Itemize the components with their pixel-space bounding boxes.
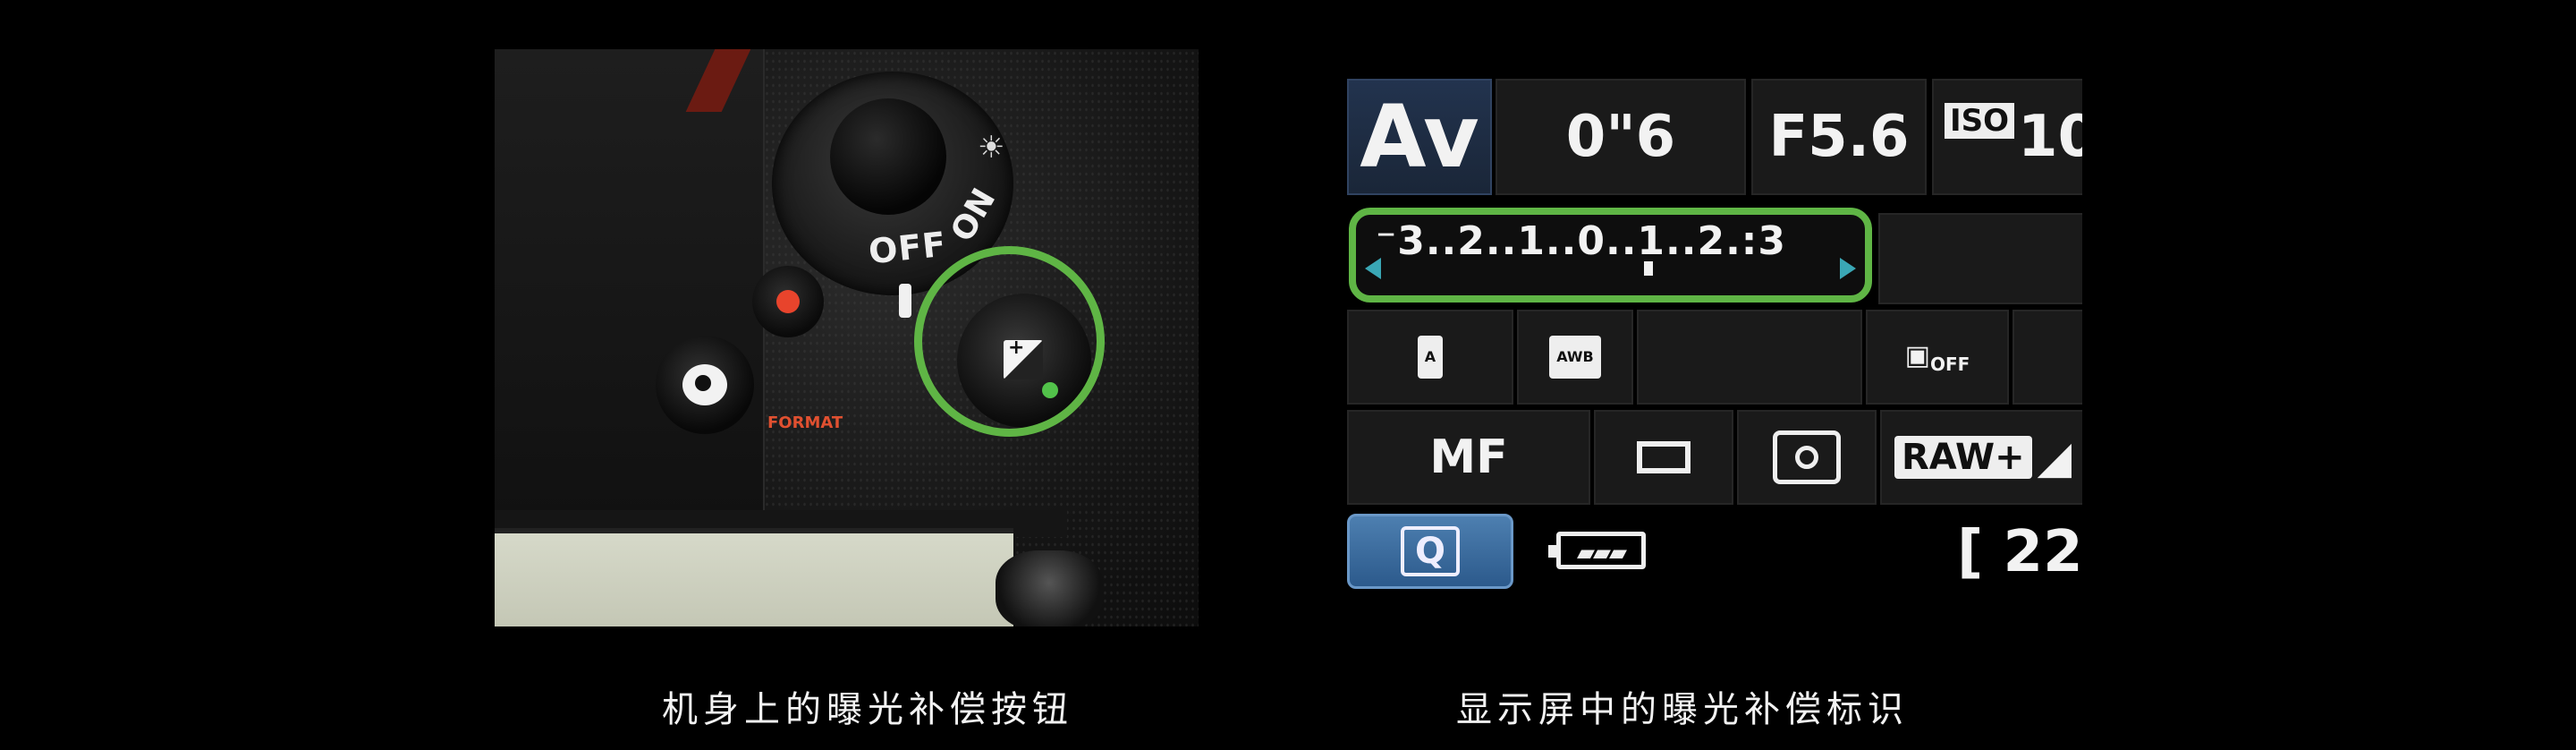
live-view-icon xyxy=(682,364,727,405)
right-caption: 显示屏中的曝光补偿标识 xyxy=(1456,689,1909,730)
shutter-speed: 0"6 xyxy=(1496,79,1746,195)
record-icon xyxy=(776,290,800,313)
left-caption: 机身上的曝光补偿按钮 xyxy=(662,689,1073,730)
iso-label: ISO xyxy=(1945,103,2015,139)
format-label: FORMAT xyxy=(767,413,843,432)
focus-mode: MF xyxy=(1347,410,1590,505)
iso-value: 100 xyxy=(2018,104,2082,170)
auto-lighting-optimizer: ▣OFF xyxy=(1866,310,2009,405)
green-indicator-dot xyxy=(1042,382,1058,398)
camera-body-photo: ☀ OFF ON FORMAT xyxy=(495,49,1199,626)
exposure-scale-text: ⁻3..2..1..0..1..2.:3 xyxy=(1376,218,1786,264)
live-view-button xyxy=(656,336,754,434)
empty-cell xyxy=(1637,310,1862,405)
battery-icon: ▰▰▰ xyxy=(1548,532,1646,569)
exposure-level-indicator: ⁻3..2..1..0..1..2.:3 xyxy=(1349,208,1872,303)
auto-lighting-off-icon: ▣OFF xyxy=(1904,339,1970,375)
picture-style: A xyxy=(1347,310,1513,405)
picture-style-icon: A xyxy=(1417,336,1444,379)
illumination-icon: ☀ xyxy=(978,130,1005,166)
exposure-pointer xyxy=(1644,261,1653,276)
white-balance: AWB xyxy=(1517,310,1633,405)
camera-shoulder xyxy=(495,49,765,515)
strap-lug xyxy=(996,550,1103,626)
shutter-speed-value: 0"6 xyxy=(1565,104,1676,170)
quick-control-label: Q xyxy=(1400,526,1460,576)
record-button xyxy=(752,266,824,337)
scale-right-arrow-icon xyxy=(1840,258,1856,279)
shots-remaining: [ 228 xyxy=(1957,519,2082,585)
image-quality: RAW+ ◢ xyxy=(1880,410,2082,505)
iso: ISO 100 xyxy=(1932,79,2082,195)
aperture-value: F5.6 xyxy=(1768,104,1910,170)
battery-level: ▰▰▰ xyxy=(1577,540,1627,567)
empty-cell xyxy=(2012,310,2082,405)
empty-cell xyxy=(1878,213,2082,304)
shooting-mode: Av xyxy=(1347,79,1492,195)
dial-index-mark xyxy=(899,284,911,318)
shutter-knob xyxy=(830,98,946,215)
metering-mode xyxy=(1737,410,1877,505)
metering-icon xyxy=(1773,430,1841,484)
jpeg-size-icon: ◢ xyxy=(2037,431,2072,483)
drive-single-icon xyxy=(1637,441,1690,473)
drive-mode xyxy=(1594,410,1733,505)
camera-screen: Av 0"6 F5.6 ISO 100 ⁻3..2..1..0..1..2.:3… xyxy=(1331,48,2082,626)
dial-off-label: OFF xyxy=(866,224,949,272)
aperture: F5.6 xyxy=(1751,79,1927,195)
highlight-circle xyxy=(914,246,1105,437)
quick-control-button[interactable]: Q xyxy=(1347,514,1513,589)
top-lcd-panel xyxy=(495,528,1013,626)
white-balance-value: AWB xyxy=(1549,336,1601,379)
image-quality-value: RAW+ xyxy=(1894,436,2032,479)
